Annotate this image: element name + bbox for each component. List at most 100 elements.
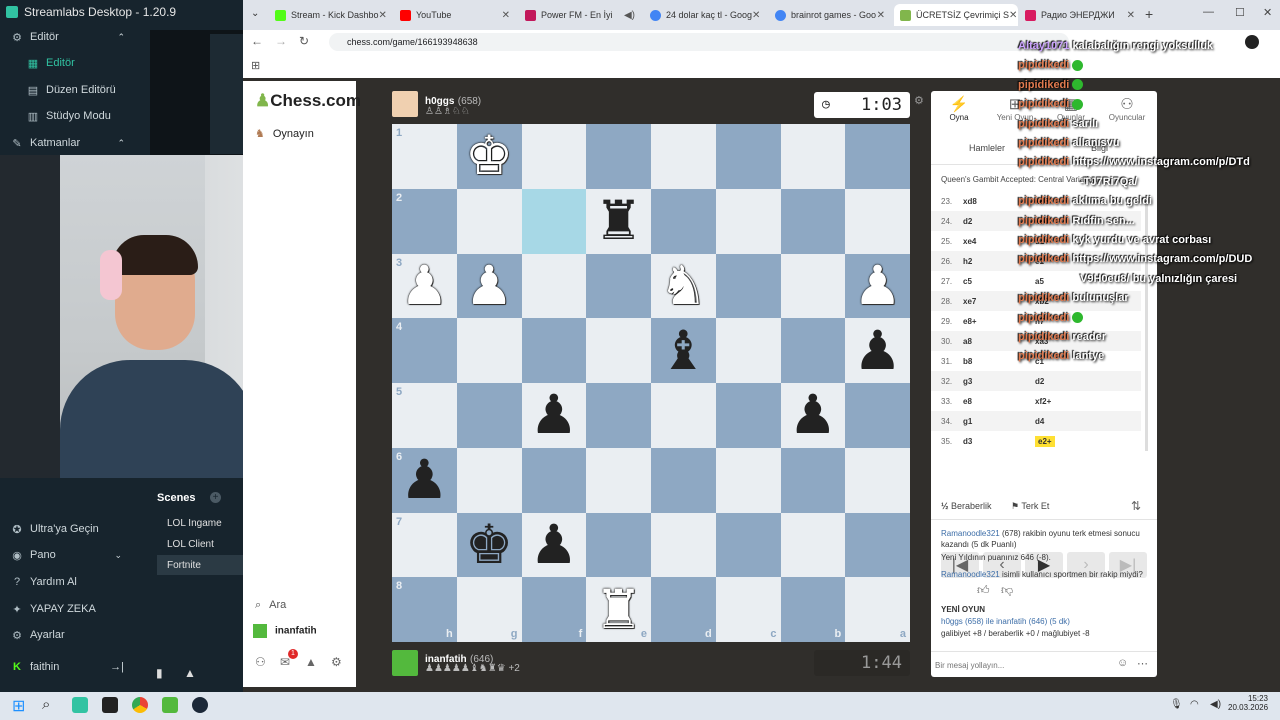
board-square[interactable]: 7 xyxy=(392,512,457,578)
board-square[interactable]: ♝ xyxy=(651,318,716,383)
thumbs-down-icon[interactable]: 👎︎ xyxy=(1001,583,1013,598)
emoji-icon[interactable]: ☺ xyxy=(1117,657,1128,669)
board-square[interactable]: 8h xyxy=(392,577,457,642)
board-square[interactable] xyxy=(715,124,781,189)
board-square[interactable] xyxy=(651,447,716,513)
wifi-icon[interactable]: ◠ xyxy=(1190,699,1199,710)
board-square[interactable]: g xyxy=(456,577,522,642)
tab-chess[interactable]: ÜCRETSİZ Çevrimiçi S ✕ xyxy=(894,4,1018,26)
board-square[interactable]: a xyxy=(845,577,910,642)
board-square[interactable]: ♟ xyxy=(456,253,522,319)
board-square[interactable] xyxy=(521,188,587,254)
black-move[interactable]: e2+ xyxy=(1035,435,1055,447)
mic-icon[interactable]: 🎙︎ xyxy=(1170,699,1183,710)
board-square[interactable]: 2 xyxy=(392,188,457,254)
close-icon[interactable]: ✕ xyxy=(1009,10,1017,21)
stats-icon[interactable]: ▮ xyxy=(156,666,163,680)
chess-board[interactable]: 1 ♚ 2 ♜ 3 ♟ ♟ ♞ ♟ 4 ♝ ♟ 5 ♟ ♟ 6 ♟ 7 ♚ ♟ 8 h g f e ♜ d c b a xyxy=(392,124,910,642)
board-square[interactable] xyxy=(521,253,587,319)
board-square[interactable] xyxy=(586,383,651,448)
chat-input[interactable] xyxy=(935,656,1105,674)
board-square[interactable] xyxy=(651,512,716,578)
board-square[interactable]: ♜ xyxy=(586,188,651,254)
epic-games-icon[interactable] xyxy=(102,697,118,713)
board-square[interactable] xyxy=(845,447,910,513)
tab-google-dollar[interactable]: 24 dolar kaç tl - Goog ✕ xyxy=(644,4,768,26)
board-square[interactable] xyxy=(456,447,522,513)
board-square[interactable] xyxy=(780,188,846,254)
log-user-link[interactable]: Ramanoodle321 xyxy=(941,570,1000,579)
board-square[interactable] xyxy=(845,512,910,578)
board-square[interactable]: ♟ xyxy=(780,383,846,448)
white-move[interactable]: e8 xyxy=(963,397,1035,406)
board-square[interactable] xyxy=(715,188,781,254)
board-square[interactable]: 3 ♟ xyxy=(392,253,457,319)
board-square[interactable] xyxy=(780,512,846,578)
minimize-button[interactable]: — xyxy=(1203,6,1214,18)
board-square[interactable] xyxy=(780,447,846,513)
board-square[interactable] xyxy=(780,124,846,189)
board-square[interactable]: ♞ xyxy=(651,253,716,319)
board-square[interactable]: b xyxy=(780,577,846,642)
subtab-moves[interactable]: Hamleler xyxy=(969,143,1005,153)
board-square[interactable]: 4 xyxy=(392,318,457,383)
white-knight-piece[interactable]: ♞ xyxy=(659,258,707,313)
friends-icon[interactable]: ⚇ xyxy=(255,655,266,669)
steam-icon[interactable] xyxy=(192,697,208,713)
top-player-avatar[interactable] xyxy=(392,91,418,117)
white-move[interactable]: d3 xyxy=(963,437,1035,446)
bell-icon[interactable]: ▲ xyxy=(184,666,196,680)
scene-item-active[interactable]: Fortnite xyxy=(157,555,243,575)
black-king-piece[interactable]: ♚ xyxy=(465,517,513,572)
board-square[interactable] xyxy=(651,188,716,254)
black-move[interactable]: d2 xyxy=(1035,377,1044,386)
board-square[interactable] xyxy=(651,383,716,448)
clock[interactable]: 15:23 20.03.2026 xyxy=(1228,694,1268,712)
nav-settings[interactable]: ⚙ Ayarlar xyxy=(0,623,130,647)
close-icon[interactable]: ✕ xyxy=(752,10,760,21)
board-square[interactable] xyxy=(845,124,910,189)
board-square[interactable] xyxy=(586,447,651,513)
thumbs-up-icon[interactable]: 👍︎ xyxy=(977,583,990,598)
close-icon[interactable]: ✕ xyxy=(379,10,387,21)
white-pawn-piece[interactable]: ♟ xyxy=(853,258,901,313)
volume-icon[interactable]: ◀) xyxy=(1210,699,1221,710)
board-square[interactable] xyxy=(780,253,846,319)
white-move[interactable]: g3 xyxy=(963,377,1035,386)
board-square[interactable]: e ♜ xyxy=(586,577,651,642)
settings-icon[interactable]: ⚙ xyxy=(331,655,342,669)
board-square[interactable] xyxy=(456,318,522,383)
board-square[interactable] xyxy=(456,383,522,448)
black-pawn-piece[interactable]: ♟ xyxy=(530,388,578,442)
new-tab-button[interactable]: + xyxy=(1145,6,1153,22)
black-move[interactable]: d4 xyxy=(1035,417,1044,426)
log-user-link[interactable]: Ramanoodle321 xyxy=(941,529,1000,538)
url-field[interactable]: chess.com/game/166193948638 xyxy=(329,33,1069,51)
black-bishop-piece[interactable]: ♝ xyxy=(659,323,707,378)
board-square[interactable]: 1 xyxy=(392,124,457,189)
user-row[interactable]: inanfatih xyxy=(253,624,317,638)
board-square[interactable]: d xyxy=(651,577,716,642)
tab-powerfm[interactable]: Power FM - En İyi ◀) xyxy=(519,4,643,26)
board-square[interactable]: f xyxy=(521,577,587,642)
board-square[interactable] xyxy=(715,447,781,513)
board-square[interactable] xyxy=(845,383,910,448)
nav-help[interactable]: ? Yardım Al xyxy=(0,570,130,594)
board-square[interactable] xyxy=(586,512,651,578)
board-square[interactable] xyxy=(715,318,781,383)
board-square[interactable]: ♟ xyxy=(521,512,587,578)
board-square[interactable]: 5 xyxy=(392,383,457,448)
white-king-piece[interactable]: ♚ xyxy=(465,129,513,183)
black-rook-piece[interactable]: ♜ xyxy=(594,194,642,248)
resign-button[interactable]: ⚑ Terk Et xyxy=(1011,501,1049,512)
board-square[interactable]: ♟ xyxy=(845,253,910,319)
tab-play[interactable]: ⚡ Oyna xyxy=(931,97,987,123)
close-icon[interactable]: ✕ xyxy=(1127,10,1135,21)
board-square[interactable]: ♟ xyxy=(521,383,587,448)
nav-ultra[interactable]: ✪ Ultra'ya Geçin xyxy=(0,517,243,541)
board-square[interactable] xyxy=(780,318,846,383)
draw-button[interactable]: ½ Beraberlik xyxy=(941,501,992,511)
windows-start-icon[interactable]: ⊞ xyxy=(12,696,25,716)
board-square[interactable]: c xyxy=(715,577,781,642)
close-window-button[interactable]: ✕ xyxy=(1263,6,1272,19)
